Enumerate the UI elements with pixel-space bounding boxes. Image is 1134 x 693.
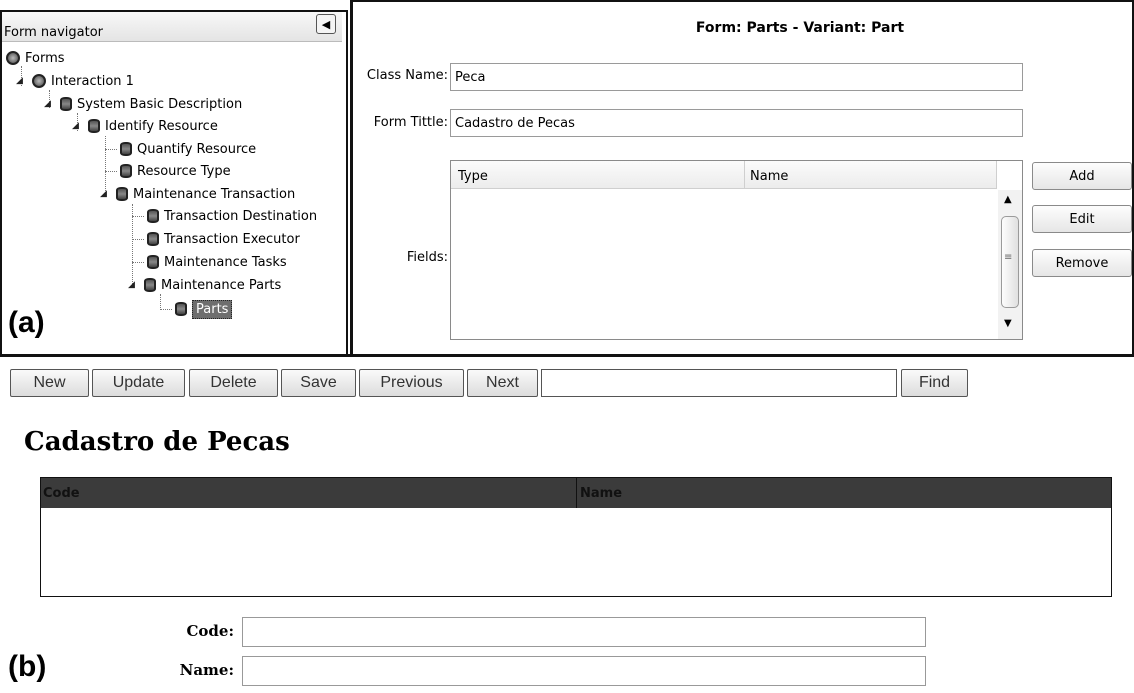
database-icon xyxy=(147,255,159,269)
tree-item-label: Transaction Destination xyxy=(164,208,318,224)
next-button[interactable]: Next xyxy=(467,369,538,397)
form-title-input[interactable]: Cadastro de Pecas xyxy=(450,109,1023,137)
tree-connector xyxy=(132,239,144,240)
scroll-down-arrow-icon[interactable]: ▼ xyxy=(1004,318,1012,329)
delete-button[interactable]: Delete xyxy=(189,369,278,397)
new-button[interactable]: New xyxy=(10,369,89,397)
tree-item-label: Resource Type xyxy=(137,163,231,179)
code-input[interactable] xyxy=(242,617,926,647)
tree-item-label: Maintenance Parts xyxy=(161,277,282,293)
class-name-input[interactable]: Peca xyxy=(450,63,1023,91)
remove-field-button[interactable]: Remove xyxy=(1032,249,1132,277)
column-divider xyxy=(576,478,577,508)
tree-item-label: Identify Resource xyxy=(105,118,218,134)
tree-item-label: System Basic Description xyxy=(77,96,243,112)
tree-item-transaction-destination[interactable]: Transaction Destination xyxy=(147,206,317,226)
column-header-type[interactable]: Type xyxy=(458,169,738,184)
expand-arrow-icon[interactable]: ◢ xyxy=(128,280,140,290)
tree-connector xyxy=(160,309,172,310)
database-icon xyxy=(32,74,46,88)
figure-label-a: (a) xyxy=(8,306,45,339)
add-field-button[interactable]: Add xyxy=(1032,162,1132,190)
tree-item-interaction-1[interactable]: ◢ Interaction 1 xyxy=(16,71,134,91)
form-title-value: Cadastro de Pecas xyxy=(455,115,575,131)
database-icon xyxy=(116,187,128,201)
column-header-code[interactable]: Code xyxy=(43,486,80,501)
tree-connector xyxy=(132,262,144,263)
search-input[interactable] xyxy=(541,369,897,397)
name-input[interactable] xyxy=(242,656,926,686)
update-button[interactable]: Update xyxy=(92,369,185,397)
column-divider xyxy=(996,161,997,189)
previous-button[interactable]: Previous xyxy=(359,369,464,397)
class-name-value: Peca xyxy=(455,69,486,85)
code-label: Code: xyxy=(186,622,234,640)
database-icon xyxy=(147,232,159,246)
column-header-name[interactable]: Name xyxy=(580,486,622,501)
column-divider xyxy=(744,161,745,189)
tree-item-quantify-resource[interactable]: Quantify Resource xyxy=(120,139,256,159)
expand-arrow-icon[interactable]: ◢ xyxy=(44,99,56,109)
tree-item-transaction-executor[interactable]: Transaction Executor xyxy=(147,229,300,249)
form-header: Form: Parts - Variant: Part xyxy=(695,20,905,36)
tree-connector xyxy=(105,149,117,150)
fields-label: Fields: xyxy=(406,250,448,265)
form-title-label: Form Tittle: xyxy=(373,115,448,130)
tree-connector xyxy=(132,216,144,217)
database-icon xyxy=(147,209,159,223)
tree-item-label: Quantify Resource xyxy=(137,141,257,157)
database-icon xyxy=(175,302,187,316)
tree-item-label: Maintenance Transaction xyxy=(133,186,296,202)
tree-item-forms[interactable]: Forms xyxy=(6,48,65,68)
edit-field-button[interactable]: Edit xyxy=(1032,205,1132,233)
figure-label-b: (b) xyxy=(8,650,47,683)
tree-item-parts[interactable]: Parts xyxy=(175,299,233,319)
tree-item-maintenance-parts[interactable]: ◢ Maintenance Parts xyxy=(128,275,281,295)
database-icon xyxy=(120,164,132,178)
tree-item-system-basic-description[interactable]: ◢ System Basic Description xyxy=(44,94,242,114)
tree-item-resource-type[interactable]: Resource Type xyxy=(120,161,231,181)
class-name-label: Class Name: xyxy=(366,68,448,83)
grip-icon: ≡ xyxy=(1004,252,1013,263)
save-button[interactable]: Save xyxy=(281,369,356,397)
tree-item-maintenance-tasks[interactable]: Maintenance Tasks xyxy=(147,252,287,272)
expand-arrow-icon[interactable]: ◢ xyxy=(16,76,28,86)
database-icon xyxy=(144,278,156,292)
scroll-up-arrow-icon[interactable]: ▲ xyxy=(1004,194,1012,205)
name-label: Name: xyxy=(179,661,234,679)
tree-item-label: Parts xyxy=(192,299,233,319)
database-icon xyxy=(120,142,132,156)
find-button[interactable]: Find xyxy=(901,369,968,397)
tree-connector xyxy=(105,171,117,172)
database-icon xyxy=(60,97,72,111)
expand-arrow-icon[interactable]: ◢ xyxy=(72,121,84,131)
section-divider xyxy=(0,354,1134,357)
column-header-name[interactable]: Name xyxy=(750,169,990,184)
page-title: Cadastro de Pecas xyxy=(24,427,290,457)
navigator-title: Form navigator xyxy=(4,25,104,40)
tree-item-identify-resource[interactable]: ◢ Identify Resource xyxy=(72,116,218,136)
tree-item-label: Maintenance Tasks xyxy=(164,254,287,270)
tree-item-label: Forms xyxy=(25,50,65,66)
tree-connector xyxy=(160,294,161,310)
tree-item-label: Transaction Executor xyxy=(164,231,300,247)
chevron-left-icon: ◀ xyxy=(321,17,331,31)
tree-item-label: Interaction 1 xyxy=(51,73,134,89)
tree-item-maintenance-transaction[interactable]: ◢ Maintenance Transaction xyxy=(100,184,295,204)
database-icon xyxy=(6,51,20,65)
database-icon xyxy=(88,119,100,133)
collapse-panel-button[interactable]: ◀ xyxy=(316,14,336,34)
expand-arrow-icon[interactable]: ◢ xyxy=(100,189,112,199)
